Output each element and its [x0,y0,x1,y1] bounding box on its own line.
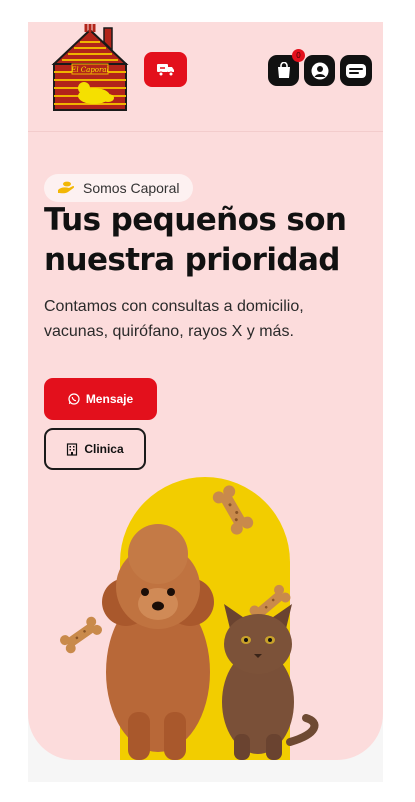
page: El Caporal 0 Somos Caporal Tus pequeños … [28,22,383,782]
header: El Caporal 0 [28,22,383,132]
logo[interactable]: El Caporal [46,24,134,112]
title-line-2: nuestra prioridad [44,242,340,278]
cart-count-badge: 0 [292,49,305,62]
truck-icon [156,63,174,76]
intro-badge: Somos Caporal [44,174,193,202]
badge-label: Somos Caporal [83,180,180,196]
delivery-button[interactable] [144,52,187,87]
building-icon [67,442,78,456]
menu-button[interactable] [340,55,372,86]
user-icon [311,62,328,79]
desc-line-2: vacunas, quirófano, rayos X y más. [44,323,294,340]
pets-illustration [60,477,319,760]
shopping-bag-icon [277,62,290,78]
message-button-label: Mensaje [85,392,134,406]
message-button[interactable]: Mensaje [44,378,157,420]
user-button[interactable] [304,55,335,86]
clinic-button-label: Clinica [84,442,124,456]
whatsapp-icon [68,393,80,405]
page-title: Tus pequeños son nuestra prioridad [44,200,374,280]
cat-image [222,604,319,760]
biscuit-icon [60,616,102,654]
menu-icon [346,63,366,78]
hero-section: El Caporal 0 Somos Caporal Tus pequeños … [28,22,383,760]
title-line-1: Tus pequeños son [44,202,347,238]
logo-text: El Caporal [70,66,109,74]
hero-description: Contamos con consultas a domicilio, vacu… [44,294,364,344]
hand-coin-icon [58,181,75,194]
clinic-button[interactable]: Clinica [44,428,146,470]
desc-line-1: Contamos con consultas a domicilio, [44,298,304,315]
